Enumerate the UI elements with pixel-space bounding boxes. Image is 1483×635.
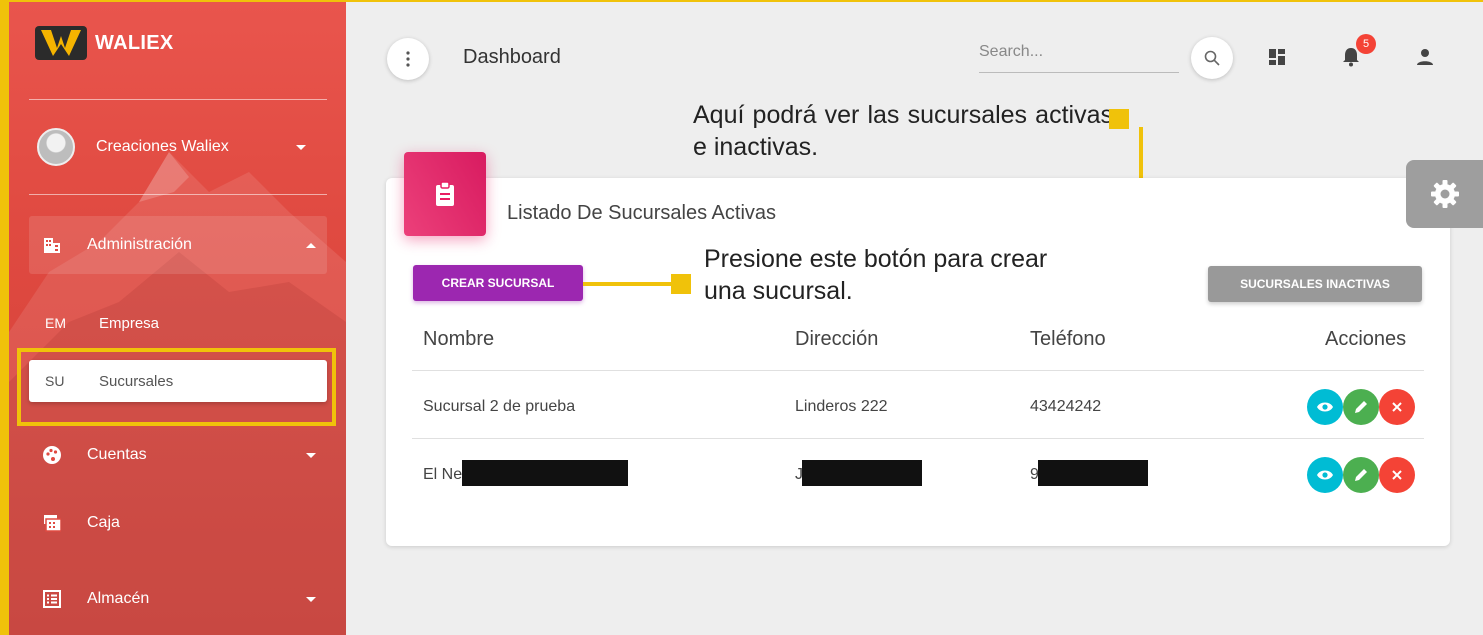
delete-button[interactable] xyxy=(1379,457,1415,493)
sidebar-item-caja[interactable]: Caja xyxy=(29,494,327,552)
dashboard-button[interactable] xyxy=(1266,46,1288,68)
card-title: Listado De Sucursales Activas xyxy=(507,202,777,224)
eye-icon xyxy=(1317,402,1333,412)
clipboard-icon xyxy=(436,181,454,206)
notification-badge: 5 xyxy=(1356,34,1376,54)
sidebar-item-administracion[interactable]: Administración xyxy=(29,216,327,274)
divider xyxy=(412,438,1424,439)
callout-create: Presione este botón para crear una sucur… xyxy=(704,245,1048,305)
sidebar-item-label: Caja xyxy=(87,514,120,531)
inactive-branches-button[interactable]: SUCURSALES INACTIVAS xyxy=(1208,266,1422,302)
cell-nombre: Sucursal 2 de prueba xyxy=(423,398,576,415)
close-icon xyxy=(1392,470,1402,480)
main-content: Dashboard 5 Aquí podrá ver las sucursale… xyxy=(346,2,1483,635)
chevron-down-icon xyxy=(296,144,306,150)
chevron-down-icon xyxy=(306,452,316,458)
sidebar-item-label: Cuentas xyxy=(87,446,147,463)
settings-button[interactable] xyxy=(1406,160,1483,228)
sidebar-item-label: Administración xyxy=(87,236,192,253)
brand-name: WALIEX xyxy=(95,31,174,54)
highlight-box xyxy=(17,348,336,426)
gear-icon xyxy=(1430,180,1459,208)
search-input[interactable] xyxy=(979,43,1179,61)
callout-marker xyxy=(671,274,691,294)
brand[interactable]: WALIEX xyxy=(35,26,173,60)
view-button[interactable] xyxy=(1307,389,1343,425)
edit-button[interactable] xyxy=(1343,457,1379,493)
search-field[interactable] xyxy=(979,35,1179,73)
sidebar: WALIEX Creaciones Waliex Administración … xyxy=(9,2,346,635)
chevron-up-icon xyxy=(306,242,316,248)
cash-register-icon xyxy=(42,513,62,533)
column-header: Nombre xyxy=(423,328,495,350)
sidebar-item-abbr: EM xyxy=(45,315,66,331)
sidebar-item-label: Almacén xyxy=(87,590,150,607)
sidebar-item-almacen[interactable]: Almacén xyxy=(29,570,327,628)
list-box-icon xyxy=(42,589,62,609)
close-icon xyxy=(1392,402,1402,412)
callout-sucursales: Aquí podrá ver las sucursales activas e … xyxy=(693,101,1113,161)
cell-telefono: 43424242 xyxy=(1030,398,1102,415)
more-menu-button[interactable] xyxy=(387,38,429,80)
callout-marker xyxy=(1109,109,1129,129)
delete-button[interactable] xyxy=(1379,389,1415,425)
search-button[interactable] xyxy=(1191,37,1233,79)
building-icon xyxy=(42,235,62,255)
user-name: Creaciones Waliex xyxy=(96,138,229,155)
column-header: Acciones xyxy=(1325,328,1407,350)
palette-icon xyxy=(42,445,62,465)
sidebar-item-label: Empresa xyxy=(99,314,160,332)
avatar xyxy=(37,128,75,166)
card-icon xyxy=(404,152,486,236)
search-icon xyxy=(1204,50,1220,66)
divider xyxy=(29,99,327,100)
branches-card xyxy=(386,178,1450,546)
redaction xyxy=(802,460,922,486)
column-header: Teléfono xyxy=(1030,328,1106,350)
column-header: Dirección xyxy=(795,328,879,350)
sidebar-item-empresa[interactable]: EM Empresa xyxy=(29,302,327,344)
view-button[interactable] xyxy=(1307,457,1343,493)
cell-nombre: El Ne xyxy=(423,466,463,483)
redaction xyxy=(1038,460,1148,486)
user-menu-button[interactable] xyxy=(1414,46,1436,68)
user-profile[interactable]: Creaciones Waliex xyxy=(37,128,317,166)
edit-button[interactable] xyxy=(1343,389,1379,425)
person-icon xyxy=(1417,49,1433,65)
waliex-logo xyxy=(35,26,87,60)
page-title: Dashboard xyxy=(463,46,561,68)
divider xyxy=(412,370,1424,371)
pencil-icon xyxy=(1355,401,1367,413)
dots-vertical-icon xyxy=(406,51,410,67)
divider xyxy=(29,194,327,195)
chevron-down-icon xyxy=(306,596,316,602)
eye-icon xyxy=(1317,470,1333,480)
pencil-icon xyxy=(1355,469,1367,481)
cell-direccion: Linderos 222 xyxy=(795,398,888,415)
sidebar-item-cuentas[interactable]: Cuentas xyxy=(29,426,327,484)
create-branch-button[interactable]: CREAR SUCURSAL xyxy=(413,265,583,301)
redaction xyxy=(462,460,628,486)
dashboard-icon xyxy=(1269,49,1285,65)
callout-line xyxy=(583,282,671,286)
